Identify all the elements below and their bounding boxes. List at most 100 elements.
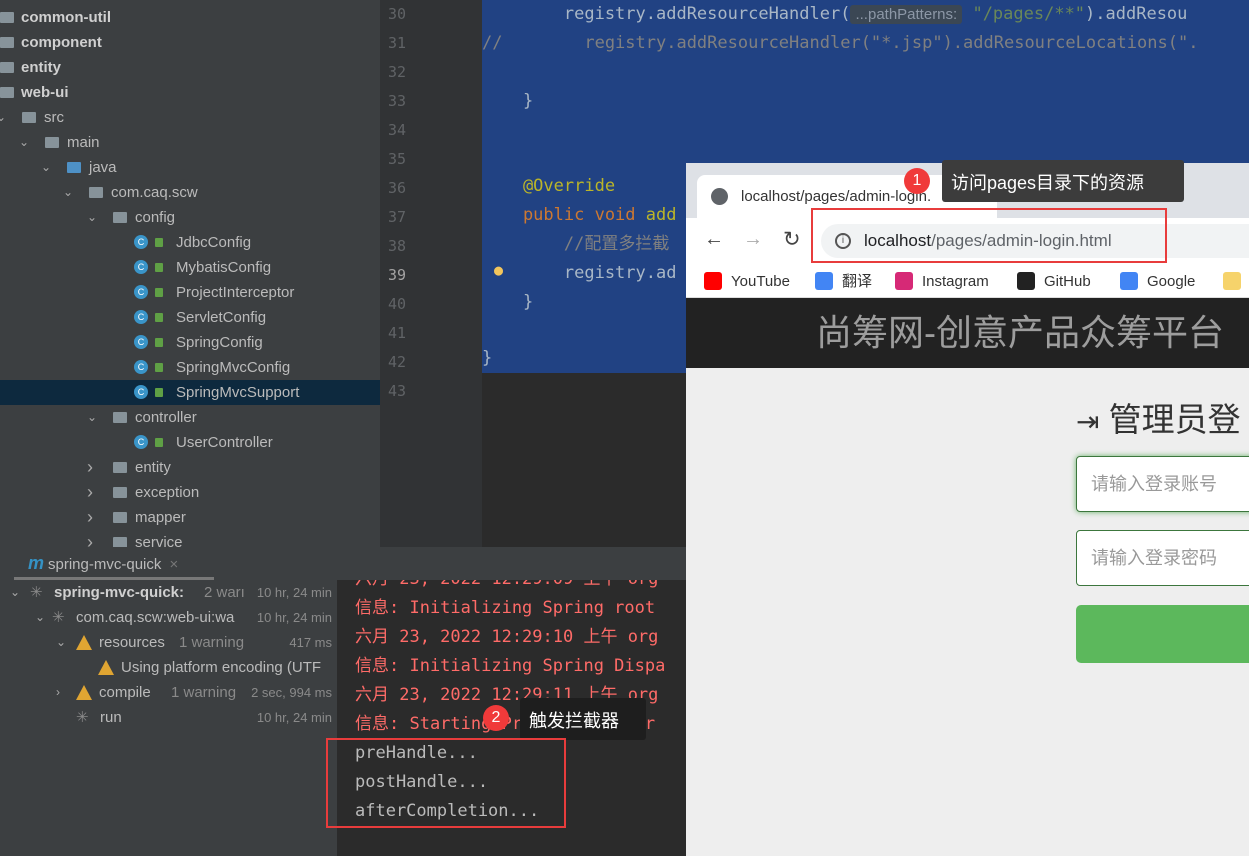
build-item[interactable]: ⌄ ✳ spring-mvc-quick: 2 warı 10 hr, 24 min [0,580,337,605]
bookmark-instagram[interactable]: Instagram [895,271,989,293]
chevron-down-icon[interactable]: ⌄ [87,405,97,430]
build-item-status: 1 warning [171,684,237,701]
tree-item[interactable]: C SpringMvcSupport [0,380,380,405]
bookmark-label: Google [1147,273,1196,290]
instagram-icon [895,272,913,290]
build-item-duration: 10 hr, 24 min [256,580,332,605]
password-input[interactable]: 请输入登录密码 [1076,530,1249,586]
globe-icon [711,188,728,205]
bookmarks-bar: YouTube 翻译 Instagram GitHub Google [686,265,1249,298]
chevron-down-icon[interactable]: ⌄ [0,105,6,130]
tree-item-label: common-util [21,9,111,26]
lock-icon [155,363,163,372]
chevron-down-icon[interactable]: ⌄ [56,630,66,655]
line-number: 38 [388,237,407,255]
spinner-icon: ✳ [52,609,65,626]
bookmark-label: 翻译 [842,273,873,290]
chevron-right-icon[interactable]: › [56,680,60,705]
chevron-down-icon[interactable]: ⌄ [87,205,97,230]
line-number: 37 [388,208,407,226]
close-icon[interactable]: × [170,556,179,573]
folder-icon[interactable] [1223,272,1241,290]
tree-item[interactable]: › entity [0,455,380,480]
tree-item[interactable]: C UserController [0,430,380,455]
line-number: 34 [388,121,407,139]
warning-icon [76,685,92,700]
class-icon: C [134,385,148,399]
tab-label: spring-mvc-quick [48,556,162,573]
tree-item[interactable]: C SpringConfig [0,330,380,355]
tree-item[interactable]: C MybatisConfig [0,255,380,280]
tree-item[interactable]: › exception [0,480,380,505]
build-item[interactable]: Using platform encoding (UTF [0,655,337,680]
tree-item[interactable]: C JdbcConfig [0,230,380,255]
class-icon: C [134,260,148,274]
code-text: registry.addResourceHandler( [482,4,851,24]
tree-item[interactable]: C ProjectInterceptor [0,280,380,305]
tree-item-label: MybatisConfig [176,259,272,276]
tree-item[interactable]: ⌄ config [0,205,380,230]
line-number: 31 [388,34,407,52]
chevron-right-icon[interactable]: › [87,455,93,480]
tree-item-label: UserController [176,434,273,451]
folder-icon [0,62,14,73]
folder-icon [67,162,81,173]
bookmark-github[interactable]: GitHub [1017,271,1091,293]
build-item-duration: 2 sec, 994 ms [251,680,332,705]
chevron-down-icon[interactable]: ⌄ [63,180,73,205]
class-icon: C [134,335,148,349]
chevron-right-icon[interactable]: › [87,480,93,505]
build-item-duration: 10 hr, 24 min [256,605,332,630]
forward-icon[interactable]: → [743,228,763,251]
lock-icon [155,438,163,447]
build-item-label: resources [99,634,165,651]
run-tab-bar: m spring-mvc-quick × [0,547,686,580]
tree-item[interactable]: ⌄ src [0,105,380,130]
build-item[interactable]: ⌄ resources 1 warning 417 ms [0,630,337,655]
github-icon [1017,272,1035,290]
tree-item[interactable]: ⌄ controller [0,405,380,430]
build-item[interactable]: › compile 1 warning 2 sec, 994 ms [0,680,337,705]
line-number: 39 [388,266,407,284]
folder-icon [0,37,14,48]
lock-icon [155,388,163,397]
tree-item[interactable]: common-util [0,5,380,30]
tree-item[interactable]: ⌄ com.caq.scw [0,180,380,205]
tree-item[interactable]: › mapper [0,505,380,530]
tree-item[interactable]: component [0,30,380,55]
lightbulb-icon[interactable]: ● [494,261,503,279]
tree-item-label: SpringMvcSupport [176,384,300,401]
account-input[interactable]: 请输入登录账号 [1076,456,1249,512]
tree-item-label: java [89,159,117,176]
tree-item[interactable]: C SpringMvcConfig [0,355,380,380]
chevron-down-icon[interactable]: ⌄ [35,605,45,630]
tree-item[interactable]: ⌄ main [0,130,380,155]
chevron-down-icon[interactable]: ⌄ [10,580,20,605]
build-item[interactable]: ✳ run 10 hr, 24 min [0,705,337,730]
tab-spring-mvc-quick[interactable]: m spring-mvc-quick × [14,547,214,580]
bookmark-翻译[interactable]: 翻译 [815,271,872,293]
tree-item[interactable]: ⌄ java [0,155,380,180]
line-number: 40 [388,295,407,313]
login-button[interactable] [1076,605,1249,663]
build-item-label: Using platform encoding (UTF [121,659,322,676]
tree-item[interactable]: C ServletConfig [0,305,380,330]
site-title: 尚筹网-创意产品众筹平台 [816,312,1224,353]
bookmark-google[interactable]: Google [1120,271,1195,293]
tree-item[interactable]: web-ui [0,80,380,105]
chevron-right-icon[interactable]: › [87,505,93,530]
google-icon [1120,272,1138,290]
chevron-down-icon[interactable]: ⌄ [41,155,51,180]
build-item[interactable]: ⌄ ✳ com.caq.scw:web-ui:wa 10 hr, 24 min [0,605,337,630]
sign-in-icon: ⇥ [1076,406,1100,437]
chevron-down-icon[interactable]: ⌄ [19,130,29,155]
folder-icon [113,512,127,523]
lock-icon [155,313,163,322]
bookmark-youtube[interactable]: YouTube [704,271,790,293]
lock-icon [155,238,163,247]
tree-item[interactable]: entity [0,55,380,80]
parameter-hint: ...pathPatterns: [850,5,963,24]
翻译-icon [815,272,833,290]
reload-icon[interactable]: ↻ [783,227,801,252]
back-icon[interactable]: ← [704,228,724,251]
